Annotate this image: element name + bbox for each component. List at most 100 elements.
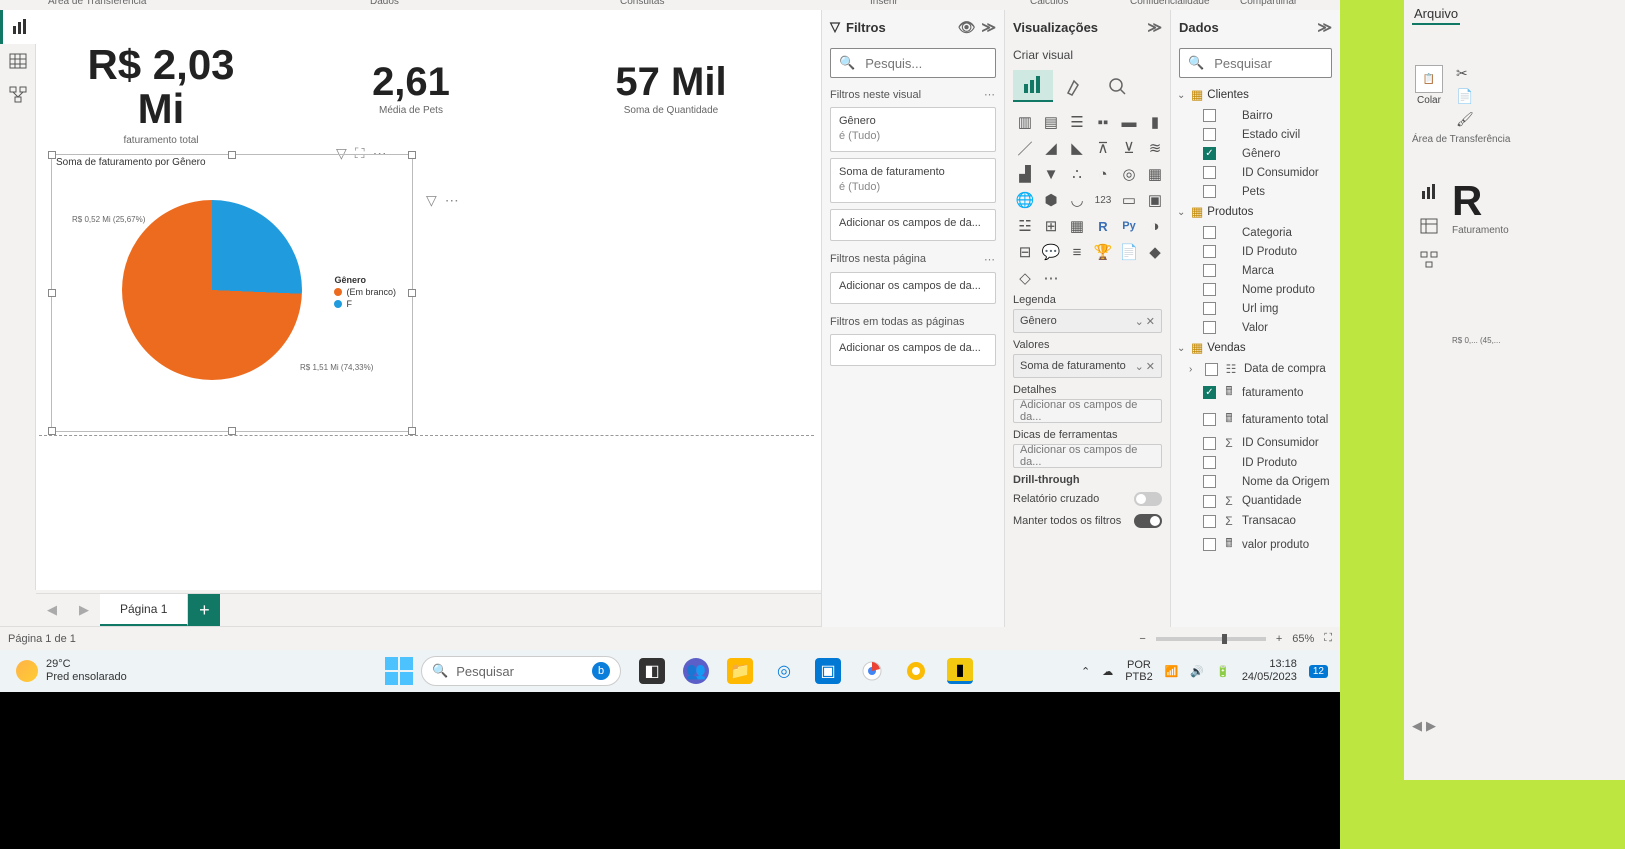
report-view-button[interactable] (0, 10, 36, 44)
checkbox[interactable] (1203, 456, 1216, 469)
map-icon[interactable]: 🌐 (1013, 188, 1037, 212)
checkbox[interactable] (1205, 363, 1218, 376)
chevron-down-icon[interactable]: ⌄ (1177, 207, 1187, 218)
section-more-icon[interactable]: ⋯ (984, 88, 996, 101)
section-more-icon[interactable]: ⋯ (984, 253, 996, 266)
chevron-down-icon[interactable]: ⌄ (1177, 343, 1187, 354)
data-search-box[interactable]: 🔍 (1179, 48, 1332, 78)
checkbox[interactable] (1203, 264, 1216, 277)
expand-icon[interactable]: ≫ (1317, 19, 1332, 36)
checkbox[interactable] (1203, 495, 1216, 508)
well-dicas-placeholder[interactable]: Adicionar os campos de da... (1013, 444, 1162, 468)
key-influencers-icon[interactable]: ◑ (1143, 214, 1167, 238)
card-icon[interactable]: 123 (1091, 188, 1115, 212)
resize-handle[interactable] (408, 427, 416, 435)
fit-to-page-icon[interactable]: ⛶ (1324, 632, 1332, 645)
field-id-consumidor-v[interactable]: ΣID Consumidor (1177, 433, 1334, 453)
teams-icon[interactable]: 👥 (683, 658, 709, 684)
field-genero[interactable]: Gênero (1177, 144, 1334, 163)
resize-handle[interactable] (408, 289, 416, 297)
100-stacked-column-icon[interactable]: ▮ (1143, 110, 1167, 134)
tray-chevron-icon[interactable]: ⌃ (1081, 665, 1090, 678)
power-apps-icon[interactable]: ◆ (1143, 240, 1167, 264)
add-page-button[interactable]: + (188, 594, 220, 626)
resize-handle[interactable] (408, 151, 416, 159)
chevron-right-icon[interactable]: › (1189, 364, 1199, 375)
pie-chart-graphic[interactable] (122, 200, 302, 380)
resize-handle[interactable] (228, 151, 236, 159)
field-estado-civil[interactable]: Estado civil (1177, 125, 1334, 144)
onedrive-icon[interactable]: ☁ (1102, 665, 1113, 678)
model-view-button-2[interactable] (1412, 243, 1446, 277)
stacked-area-icon[interactable]: ◣ (1065, 136, 1089, 160)
zoom-slider[interactable] (1156, 637, 1266, 641)
notification-badge[interactable]: 12 (1309, 665, 1328, 678)
prev-page-button[interactable]: ◀ (36, 594, 68, 626)
field-nome-origem[interactable]: Nome da Origem (1177, 472, 1334, 491)
chrome-icon[interactable] (859, 658, 885, 684)
filled-map-icon[interactable]: ⬢ (1039, 188, 1063, 212)
prev-page-button-2[interactable]: ◀ (1412, 718, 1422, 734)
zoom-thumb[interactable] (1222, 634, 1227, 644)
copy-icon[interactable]: 📄 (1456, 88, 1474, 105)
line-clustered-icon[interactable]: ⊼ (1091, 136, 1115, 160)
field-bairro[interactable]: Bairro (1177, 106, 1334, 125)
gauge-icon[interactable]: ◡ (1065, 188, 1089, 212)
paste-button[interactable]: 📋 Colar (1412, 65, 1446, 128)
field-id-produto-v[interactable]: ID Produto (1177, 453, 1334, 472)
data-view-button-2[interactable] (1412, 209, 1446, 243)
checkbox[interactable] (1203, 226, 1216, 239)
card-faturamento-total[interactable]: R$ 2,03Mi faturamento total (46, 43, 276, 146)
field-valor-produto[interactable]: 🖩valor produto (1177, 531, 1334, 558)
resize-handle[interactable] (48, 427, 56, 435)
checkbox[interactable] (1203, 245, 1216, 258)
goals-icon[interactable]: 🏆 (1091, 240, 1115, 264)
paginated-report-icon[interactable]: 📄 (1117, 240, 1141, 264)
checkbox[interactable] (1203, 475, 1216, 488)
resize-handle[interactable] (48, 289, 56, 297)
zoom-out-button[interactable]: − (1139, 633, 1145, 645)
filter-card-faturamento[interactable]: Soma de faturamento é (Tudo) (830, 158, 996, 203)
treemap-icon[interactable]: ▦ (1143, 162, 1167, 186)
remove-field-icon[interactable]: ✕ (1146, 360, 1155, 373)
edge-icon[interactable]: ◎ (771, 658, 797, 684)
format-visual-tab[interactable] (1055, 70, 1095, 102)
next-page-button-2[interactable]: ▶ (1426, 718, 1436, 734)
line-chart-icon[interactable]: ／ (1013, 136, 1037, 160)
lang-line2[interactable]: PTB2 (1125, 671, 1153, 683)
field-nome-produto[interactable]: Nome produto (1177, 280, 1334, 299)
r-visual-icon[interactable]: R (1091, 214, 1115, 238)
chevron-down-icon[interactable]: ⌄ (1135, 360, 1144, 373)
legend-item[interactable]: F (334, 299, 396, 309)
table-clientes[interactable]: ⌄▦Clientes (1177, 84, 1334, 106)
checkbox[interactable] (1203, 128, 1216, 141)
checkbox[interactable] (1203, 538, 1216, 551)
clustered-bar-icon[interactable]: ☰ (1065, 110, 1089, 134)
cut-icon[interactable]: ✂ (1456, 65, 1474, 82)
field-faturamento[interactable]: 🖩faturamento (1177, 379, 1334, 406)
relatorio-cruzado-toggle[interactable] (1134, 492, 1162, 506)
build-visual-tab[interactable] (1013, 70, 1053, 102)
field-faturamento-total[interactable]: 🖩faturamento total (1177, 406, 1334, 433)
get-more-visuals-icon[interactable]: ⋯ (1039, 266, 1063, 290)
field-marca[interactable]: Marca (1177, 261, 1334, 280)
zoom-in-button[interactable]: + (1276, 633, 1282, 645)
field-categoria[interactable]: Categoria (1177, 223, 1334, 242)
field-url-img[interactable]: Url img (1177, 299, 1334, 318)
volume-icon[interactable]: 🔊 (1190, 665, 1204, 678)
filter-placeholder-all[interactable]: Adicionar os campos de da... (830, 334, 996, 366)
store-icon[interactable]: ▣ (815, 658, 841, 684)
multirow-card-icon[interactable]: ▭ (1117, 188, 1141, 212)
stacked-bar-icon[interactable]: ▥ (1013, 110, 1037, 134)
field-id-produto-p[interactable]: ID Produto (1177, 242, 1334, 261)
lang-line1[interactable]: POR (1125, 659, 1153, 671)
smart-narrative-icon[interactable]: ≡ (1065, 240, 1089, 264)
checkbox[interactable] (1203, 185, 1216, 198)
card-media-pets[interactable]: 2,61 Média de Pets (326, 60, 496, 116)
checkbox[interactable] (1203, 147, 1216, 160)
line-stacked-icon[interactable]: ⊻ (1117, 136, 1141, 160)
funnel-icon[interactable]: ▼ (1039, 162, 1063, 186)
chevron-down-icon[interactable]: ⌄ (1177, 90, 1187, 101)
checkbox[interactable] (1203, 386, 1216, 399)
more-options-icon[interactable]: ⋯ (445, 192, 459, 209)
